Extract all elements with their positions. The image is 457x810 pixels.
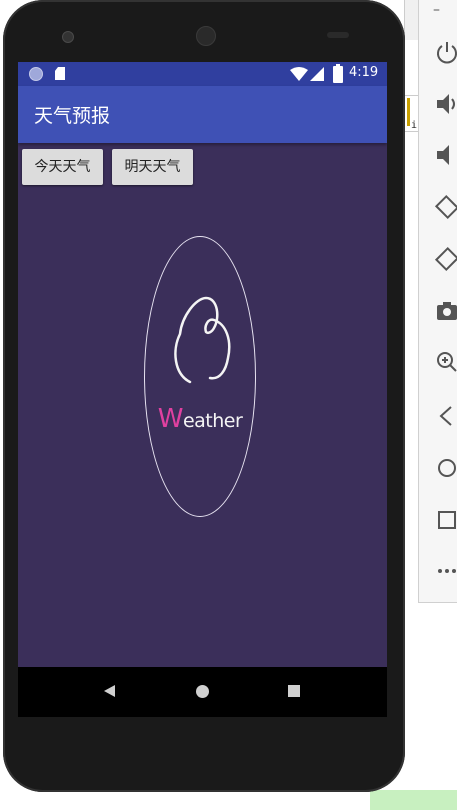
weather-logo: Weather (144, 236, 256, 517)
sd-card-icon (55, 67, 65, 80)
signal-icon (310, 67, 324, 81)
editor-marker (407, 98, 410, 126)
weather-wordmark: Weather (144, 404, 256, 434)
power-icon[interactable] (435, 38, 457, 66)
wordmark-rest: eather (182, 410, 243, 432)
camera-icon[interactable] (435, 297, 457, 325)
nav-home-icon[interactable] (196, 685, 209, 698)
volume-down-icon[interactable] (435, 141, 457, 169)
background-strip (370, 790, 457, 810)
status-time: 4:19 (349, 65, 379, 80)
nav-recent-apps-icon[interactable] (288, 685, 300, 697)
navigation-bar (18, 667, 387, 717)
today-weather-button[interactable]: 今天天气 (22, 149, 103, 185)
earpiece-speaker (196, 26, 216, 46)
volume-up-icon[interactable] (435, 90, 457, 118)
app-bar: 天气预报 (18, 86, 387, 143)
back-icon[interactable] (435, 402, 457, 430)
rotate-right-icon[interactable] (435, 245, 457, 273)
device-screen: 4:19 天气预报 今天天气 明天天气 Weather (18, 62, 387, 717)
wifi-icon (290, 67, 308, 81)
status-bar: 4:19 (18, 62, 387, 86)
editor-char: i (411, 120, 418, 131)
more-icon[interactable] (435, 557, 457, 585)
minimize-icon[interactable]: – (433, 2, 440, 18)
page-title: 天气预报 (34, 105, 111, 127)
home-icon[interactable] (435, 454, 457, 482)
battery-icon (333, 64, 343, 83)
wordmark-initial: W (157, 404, 184, 434)
background-window-edge (404, 0, 419, 40)
zoom-icon[interactable] (435, 348, 457, 376)
front-camera (62, 31, 74, 43)
emulator-toolbar: – (418, 0, 457, 603)
cloud-icon (174, 296, 231, 384)
tomorrow-weather-button[interactable]: 明天天气 (112, 149, 193, 185)
overview-icon[interactable] (435, 506, 457, 534)
rotate-left-icon[interactable] (435, 193, 457, 221)
nav-back-icon[interactable] (104, 685, 115, 697)
notification-circle-icon (29, 67, 43, 81)
proximity-sensor (327, 32, 349, 38)
